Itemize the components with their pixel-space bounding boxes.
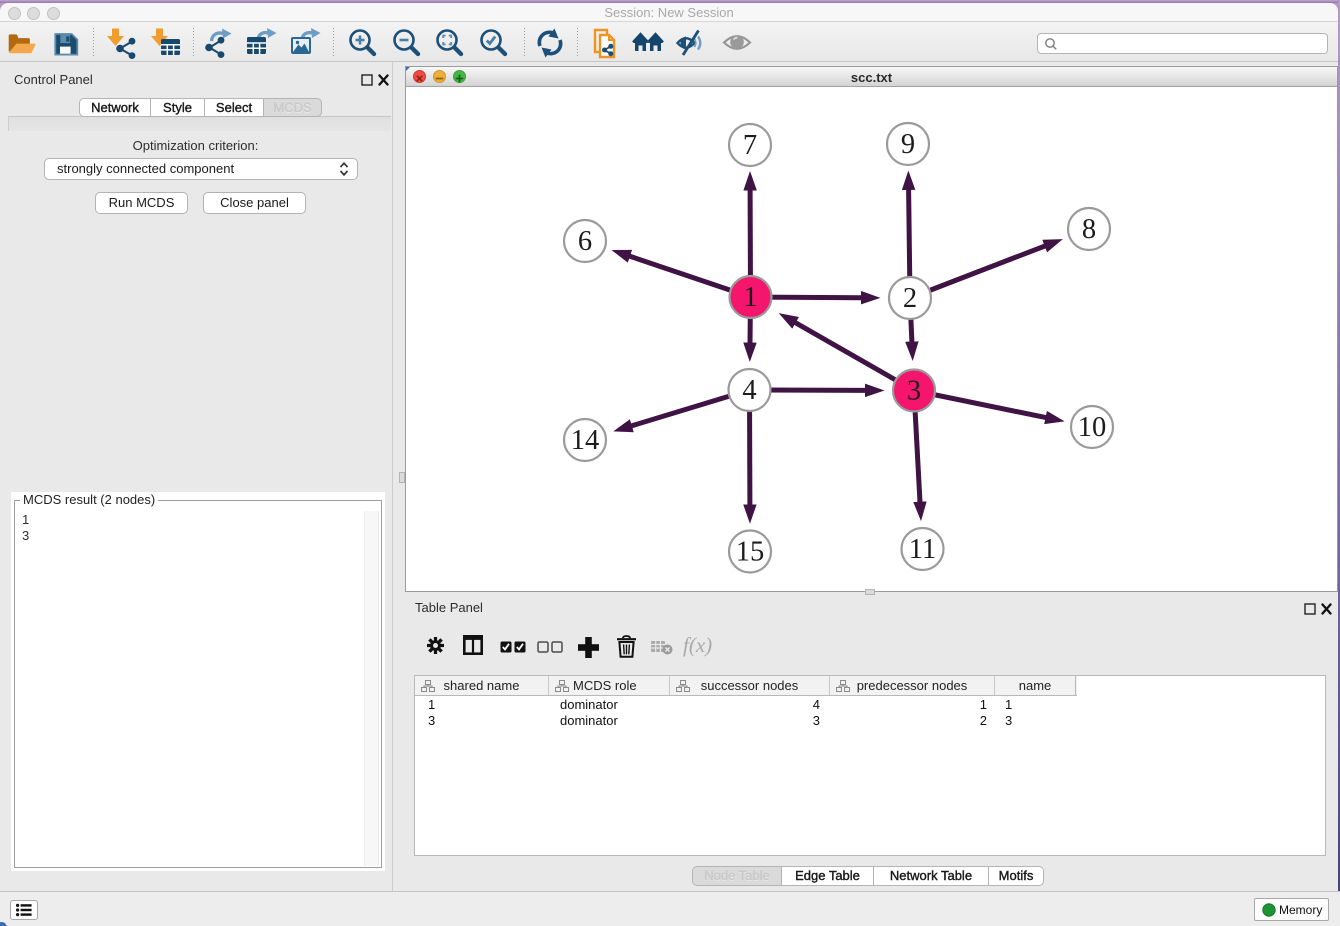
svg-text:1: 1: [743, 282, 757, 313]
svg-text:4: 4: [742, 375, 756, 406]
svg-text:9: 9: [901, 129, 915, 160]
svg-text:3: 3: [907, 376, 921, 407]
svg-text:7: 7: [743, 130, 757, 161]
svg-text:15: 15: [736, 537, 765, 568]
svg-text:14: 14: [571, 425, 600, 456]
svg-text:8: 8: [1082, 214, 1096, 245]
svg-text:2: 2: [903, 283, 917, 314]
svg-text:6: 6: [578, 226, 592, 257]
svg-text:11: 11: [909, 534, 936, 565]
svg-text:10: 10: [1078, 412, 1107, 443]
